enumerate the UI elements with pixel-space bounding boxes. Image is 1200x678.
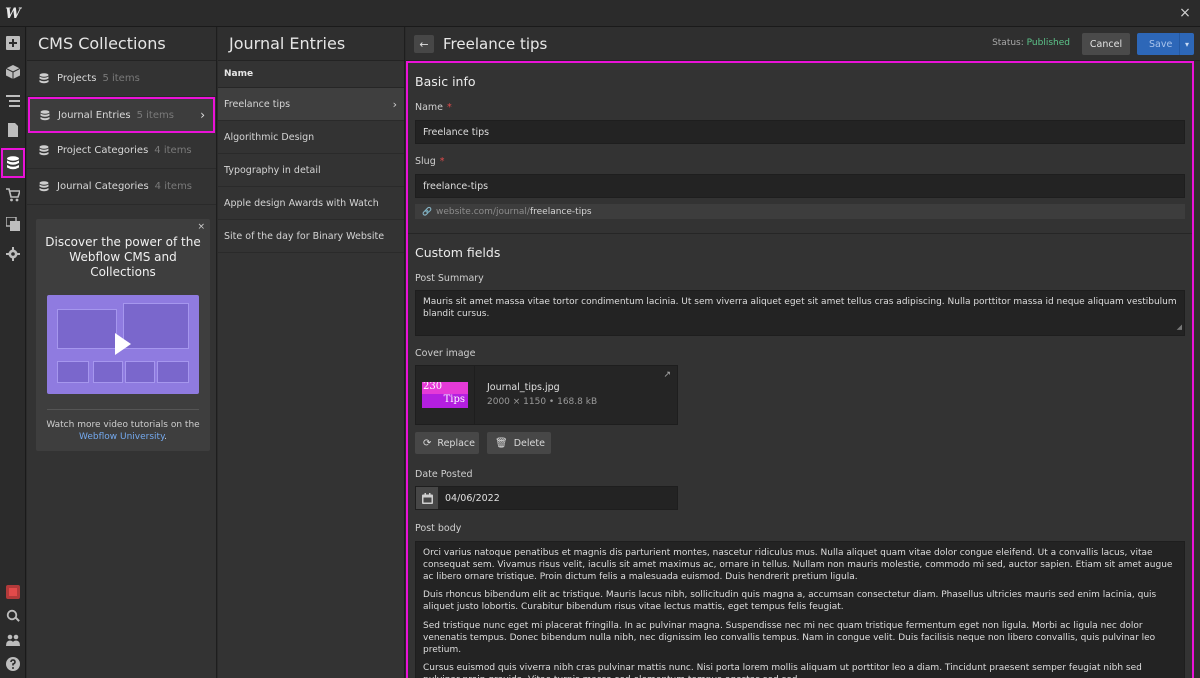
- item-editor: ← Freelance tips Status: Published Cance…: [406, 27, 1200, 678]
- basic-info-heading: Basic info: [415, 74, 476, 89]
- date-posted-field[interactable]: 04/06/2022: [415, 486, 678, 510]
- save-button[interactable]: Save ▾: [1137, 33, 1194, 55]
- post-body-editor[interactable]: Orci varius natoque penatibus et magnis …: [415, 541, 1185, 678]
- cover-image-label: Cover image: [415, 348, 476, 359]
- entry-item[interactable]: Freelance tips ›: [218, 88, 404, 121]
- journal-entries-panel: Journal Entries Name Freelance tips › Al…: [218, 27, 405, 678]
- chevron-right-icon: ›: [392, 97, 397, 111]
- name-field[interactable]: Freelance tips: [415, 120, 1185, 144]
- image-file-name: Journal_tips.jpg: [487, 382, 560, 393]
- body-paragraph: Cursus euismod quis viverra nibh cras pu…: [423, 663, 1142, 678]
- icon-rail: [0, 27, 26, 678]
- promo-text: Watch more video tutorials on the Webflo…: [46, 420, 200, 442]
- collection-name: Journal Entries: [58, 109, 131, 121]
- add-icon[interactable]: [3, 33, 23, 53]
- post-summary-label: Post Summary: [415, 273, 484, 284]
- post-summary-field[interactable]: Mauris sit amet massa vitae tortor condi…: [415, 290, 1185, 336]
- image-meta: 2000 × 1150 • 168.8 kB: [487, 397, 598, 407]
- top-bar: W ×: [0, 0, 1200, 27]
- body-paragraph: Duis rhoncus bibendum elit ac tristique.…: [423, 590, 1157, 613]
- record-icon[interactable]: [3, 582, 23, 602]
- promo-close-icon[interactable]: ×: [197, 222, 205, 232]
- refresh-icon: ⟳: [423, 437, 432, 449]
- collection-name: Projects: [57, 73, 97, 84]
- entry-item[interactable]: Site of the day for Binary Website: [218, 220, 404, 253]
- entry-item[interactable]: Algorithmic Design: [218, 121, 404, 154]
- cms-collections-panel: CMS Collections Projects 5 items Journal…: [27, 27, 217, 678]
- database-icon: [39, 181, 49, 192]
- section-divider: [408, 233, 1192, 234]
- name-label: Name *: [415, 102, 452, 113]
- collection-count: 4 items: [154, 181, 193, 192]
- collection-count: 5 items: [136, 109, 174, 121]
- calendar-icon[interactable]: [416, 487, 438, 509]
- search-icon[interactable]: [3, 606, 23, 626]
- close-icon[interactable]: ×: [1176, 3, 1194, 23]
- resize-handle-icon[interactable]: ◢: [1177, 322, 1182, 334]
- assets-icon[interactable]: [3, 214, 23, 234]
- settings-icon[interactable]: [3, 244, 23, 264]
- post-body-label: Post body: [415, 523, 462, 534]
- body-paragraph: Orci varius natoque penatibus et magnis …: [423, 548, 1173, 582]
- collection-item-projects[interactable]: Projects 5 items: [27, 61, 216, 97]
- collection-count: 5 items: [102, 73, 140, 84]
- custom-fields-heading: Custom fields: [415, 245, 501, 260]
- status-text: Status: Published: [992, 38, 1070, 48]
- delete-button[interactable]: 🗑 Delete: [487, 432, 551, 454]
- collection-item-project-categories[interactable]: Project Categories 4 items: [27, 133, 216, 169]
- entries-title: Journal Entries: [218, 27, 404, 61]
- chevron-right-icon: ›: [200, 108, 205, 122]
- entry-item[interactable]: Apple design Awards with Watch: [218, 187, 404, 220]
- divider: [47, 409, 199, 410]
- collection-name: Project Categories: [57, 145, 149, 156]
- collection-name: Journal Categories: [57, 181, 149, 192]
- play-icon[interactable]: [115, 333, 131, 355]
- back-arrow-icon[interactable]: ←: [414, 35, 434, 53]
- column-header-name[interactable]: Name: [218, 61, 404, 88]
- slug-field[interactable]: freelance-tips: [415, 174, 1185, 198]
- link-icon: 🔗: [422, 207, 432, 216]
- body-paragraph: Sed tristique nunc eget mi placerat frin…: [423, 620, 1156, 655]
- database-icon: [39, 73, 49, 84]
- item-form: Basic info Name * Freelance tips Slug * fr…: [406, 61, 1194, 678]
- external-link-icon[interactable]: ↗: [663, 370, 671, 380]
- date-value: 04/06/2022: [445, 493, 500, 504]
- slug-label: Slug *: [415, 156, 445, 167]
- database-icon: [40, 109, 50, 121]
- cms-icon[interactable]: [1, 148, 25, 178]
- collection-count: 4 items: [154, 145, 192, 156]
- image-thumbnail: 230 Tips: [416, 366, 475, 424]
- chevron-down-icon[interactable]: ▾: [1179, 33, 1194, 55]
- item-title: Freelance tips: [443, 35, 548, 53]
- promo-video[interactable]: [47, 295, 199, 394]
- users-icon[interactable]: [3, 630, 23, 650]
- entry-item[interactable]: Typography in detail: [218, 154, 404, 187]
- trash-icon: 🗑: [495, 437, 508, 449]
- help-icon[interactable]: [3, 654, 23, 674]
- webflow-logo[interactable]: W: [0, 0, 26, 27]
- ecommerce-icon[interactable]: [3, 185, 23, 205]
- pages-icon[interactable]: [3, 120, 23, 140]
- collection-item-journal-categories[interactable]: Journal Categories 4 items: [27, 169, 216, 205]
- webflow-university-link[interactable]: Webflow University: [79, 432, 164, 442]
- editor-header: ← Freelance tips Status: Published Cance…: [406, 27, 1200, 61]
- cover-image-card[interactable]: 230 Tips Journal_tips.jpg 2000 × 1150 • …: [415, 365, 678, 425]
- collection-item-journal-entries[interactable]: Journal Entries 5 items ›: [28, 97, 215, 133]
- navigator-icon[interactable]: [3, 91, 23, 111]
- cancel-button[interactable]: Cancel: [1082, 33, 1130, 55]
- database-icon: [39, 145, 49, 156]
- box-icon[interactable]: [3, 62, 23, 82]
- replace-button[interactable]: ⟳ Replace: [415, 432, 479, 454]
- slug-url-preview: 🔗 website.com/journal/freelance-tips: [415, 204, 1185, 219]
- promo-card: × Discover the power of the Webflow CMS …: [36, 219, 210, 451]
- collections-title: CMS Collections: [27, 27, 216, 61]
- status-badge: Published: [1026, 38, 1070, 48]
- date-posted-label: Date Posted: [415, 469, 473, 480]
- promo-title: Discover the power of the Webflow CMS an…: [45, 235, 201, 279]
